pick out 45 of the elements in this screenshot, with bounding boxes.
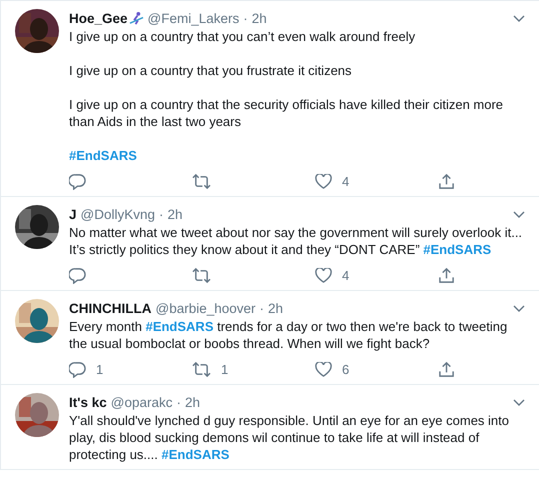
tweet-time[interactable]: 2h — [184, 393, 200, 412]
user-handle[interactable]: @barbie_hoover — [156, 299, 256, 318]
share-icon[interactable] — [438, 267, 455, 284]
user-name[interactable]: It's kc — [69, 393, 107, 412]
retweet-count: 1 — [221, 362, 228, 377]
skier-icon — [128, 11, 144, 26]
share-icon[interactable] — [438, 173, 455, 190]
tweet-text: I give up on a country that you frustrate it citizens — [69, 62, 353, 79]
retweet-icon[interactable] — [192, 173, 211, 190]
chevron-down-icon[interactable] — [513, 398, 525, 406]
retweet-icon[interactable] — [192, 361, 211, 378]
heart-icon[interactable] — [315, 268, 332, 283]
retweet-icon[interactable] — [192, 267, 211, 284]
separator-dot: · — [176, 394, 181, 412]
share-icon[interactable] — [438, 361, 455, 378]
tweet-time[interactable]: 2h — [168, 205, 183, 224]
user-name[interactable]: Hoe_Gee — [69, 9, 128, 28]
tweet-text: Every month #EndSARS trends for a day or two then we're back to tweeting the usual bomboclat or boobs thread. When will we fight back? — [69, 318, 508, 352]
like-count: 4 — [342, 268, 350, 283]
separator-dot: · — [243, 10, 248, 28]
user-handle[interactable]: @DollyKvng — [80, 205, 155, 224]
reply-icon[interactable] — [69, 361, 86, 378]
chevron-down-icon[interactable] — [513, 14, 525, 22]
user-handle[interactable]: @Femi_Lakers — [148, 9, 240, 28]
tweet-text: I give up on a country that you can’t even walk around freely — [69, 28, 416, 45]
tweet-time[interactable]: 2h — [268, 299, 284, 318]
user-name[interactable]: J — [69, 205, 77, 224]
tweet-text: Y'all should've lynched d guy responsible. Until an eye for an eye comes into play, dis blood sucking demons wil continue to take life at will instead of protecting us.... #EndSARS — [69, 412, 510, 463]
reply-icon[interactable] — [69, 267, 86, 284]
reply-icon[interactable] — [69, 173, 86, 190]
chevron-down-icon[interactable] — [513, 210, 525, 218]
separator-dot: · — [159, 206, 164, 224]
like-count: 6 — [342, 362, 350, 377]
user-name[interactable]: CHINCHILLA — [69, 299, 152, 318]
heart-icon[interactable] — [315, 362, 332, 377]
user-handle[interactable]: @oparakc — [110, 393, 172, 412]
heart-icon[interactable] — [315, 174, 332, 189]
tweet-time[interactable]: 2h — [252, 9, 267, 28]
reply-count: 1 — [96, 362, 104, 377]
like-count: 4 — [342, 174, 350, 189]
tweet-text: No matter what we tweet about nor say the government will surely overlook it... It’s strictly politics they know about it and they “DONT CARE” #EndSARS — [69, 224, 524, 258]
separator-dot: · — [260, 300, 264, 318]
tweet-text: #EndSARS — [69, 147, 138, 164]
tweet-text: I give up on a country that the security officials have killed their citizen more than Aids in the last two years — [69, 96, 504, 130]
chevron-down-icon[interactable] — [513, 304, 525, 312]
